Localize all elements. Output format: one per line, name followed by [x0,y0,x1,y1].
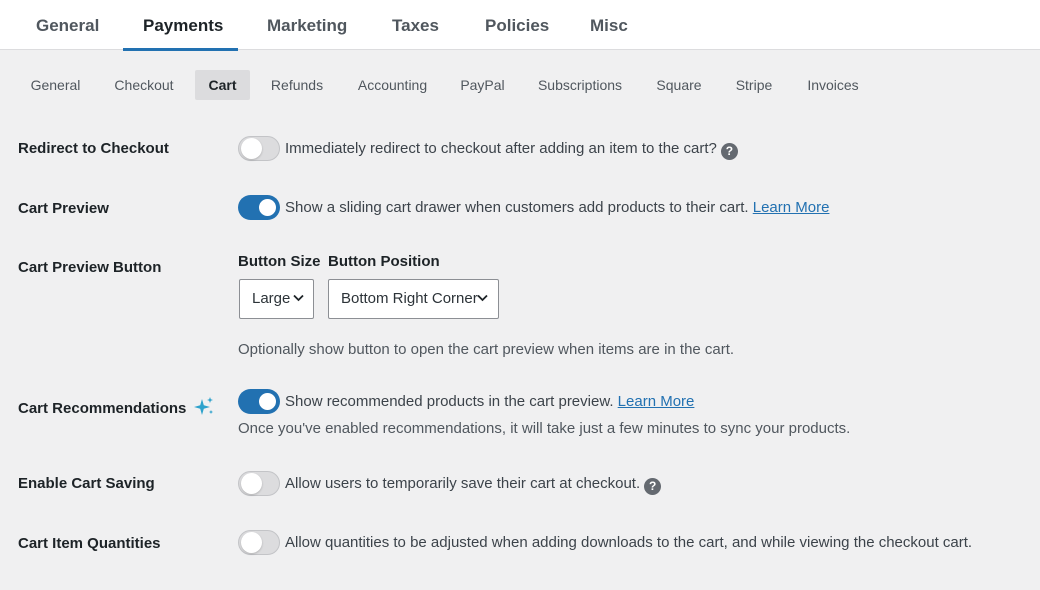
subtab-stripe[interactable]: Stripe [726,70,782,100]
cart-preview-toggle[interactable] [238,195,280,220]
tab-payments[interactable]: Payments [123,0,238,51]
button-size-value: Large [252,290,291,307]
cart-item-quantities-toggle[interactable] [238,530,280,555]
enable-cart-saving-description: Allow users to temporarily save their ca… [285,475,662,495]
redirect-to-checkout-label: Redirect to Checkout [18,140,169,157]
tab-marketing[interactable]: Marketing [247,0,362,50]
cart-preview-description: Show a sliding cart drawer when customer… [285,199,829,216]
cart-preview-learn-more-link[interactable]: Learn More [753,199,830,216]
tab-general[interactable]: General [16,0,116,50]
cart-recommendations-label: Cart Recommendations [18,396,215,418]
button-size-select[interactable]: Large [239,279,314,319]
cart-preview-description-text: Show a sliding cart drawer when customer… [285,199,749,216]
question-circle-icon[interactable]: ? [644,478,662,495]
cart-item-quantities-description: Allow quantities to be adjusted when add… [285,534,973,551]
subtab-square[interactable]: Square [648,70,710,100]
subtab-refunds[interactable]: Refunds [262,70,332,100]
redirect-to-checkout-description: Immediately redirect to checkout after a… [285,140,738,160]
redirect-to-checkout-toggle[interactable] [238,136,280,161]
cart-recommendations-toggle[interactable] [238,389,280,414]
cart-preview-button-label: Cart Preview Button [18,259,162,276]
button-size-label: Button Size [238,253,321,270]
enable-cart-saving-label: Enable Cart Saving [18,475,155,492]
question-circle-icon[interactable]: ? [720,143,738,160]
tab-policies[interactable]: Policies [465,0,557,50]
subtab-subscriptions[interactable]: Subscriptions [528,70,632,100]
sparkle-icon [193,397,213,415]
subtab-cart[interactable]: Cart [195,70,250,100]
redirect-description-text: Immediately redirect to checkout after a… [285,140,717,157]
chevron-down-icon [477,294,488,302]
subtab-checkout[interactable]: Checkout [105,70,183,100]
button-position-select[interactable]: Bottom Right Corner [328,279,499,319]
enable-cart-saving-toggle[interactable] [238,471,280,496]
cart-item-quantities-label: Cart Item Quantities [18,535,161,552]
button-position-label: Button Position [328,253,440,270]
tab-misc[interactable]: Misc [570,0,642,50]
top-tab-bar: General Payments Marketing Taxes Policie… [0,0,1040,51]
cart-saving-description-text: Allow users to temporarily save their ca… [285,475,641,492]
tab-taxes[interactable]: Taxes [372,0,452,50]
cart-recommendations-description: Show recommended products in the cart pr… [285,393,694,410]
cart-recommendations-note: Once you've enabled recommendations, it … [238,420,851,437]
cart-recommendations-description-text: Show recommended products in the cart pr… [285,393,614,410]
subtab-invoices[interactable]: Invoices [798,70,868,100]
subtab-accounting[interactable]: Accounting [348,70,437,100]
button-position-value: Bottom Right Corner [341,290,478,307]
subtab-general[interactable]: General [22,70,89,100]
cart-preview-label: Cart Preview [18,200,109,217]
subtab-paypal[interactable]: PayPal [452,70,513,100]
cart-recommendations-label-text: Cart Recommendations [18,400,187,417]
cart-recommendations-learn-more-link[interactable]: Learn More [618,393,695,410]
chevron-down-icon [293,294,304,302]
cart-preview-button-note: Optionally show button to open the cart … [238,341,735,358]
